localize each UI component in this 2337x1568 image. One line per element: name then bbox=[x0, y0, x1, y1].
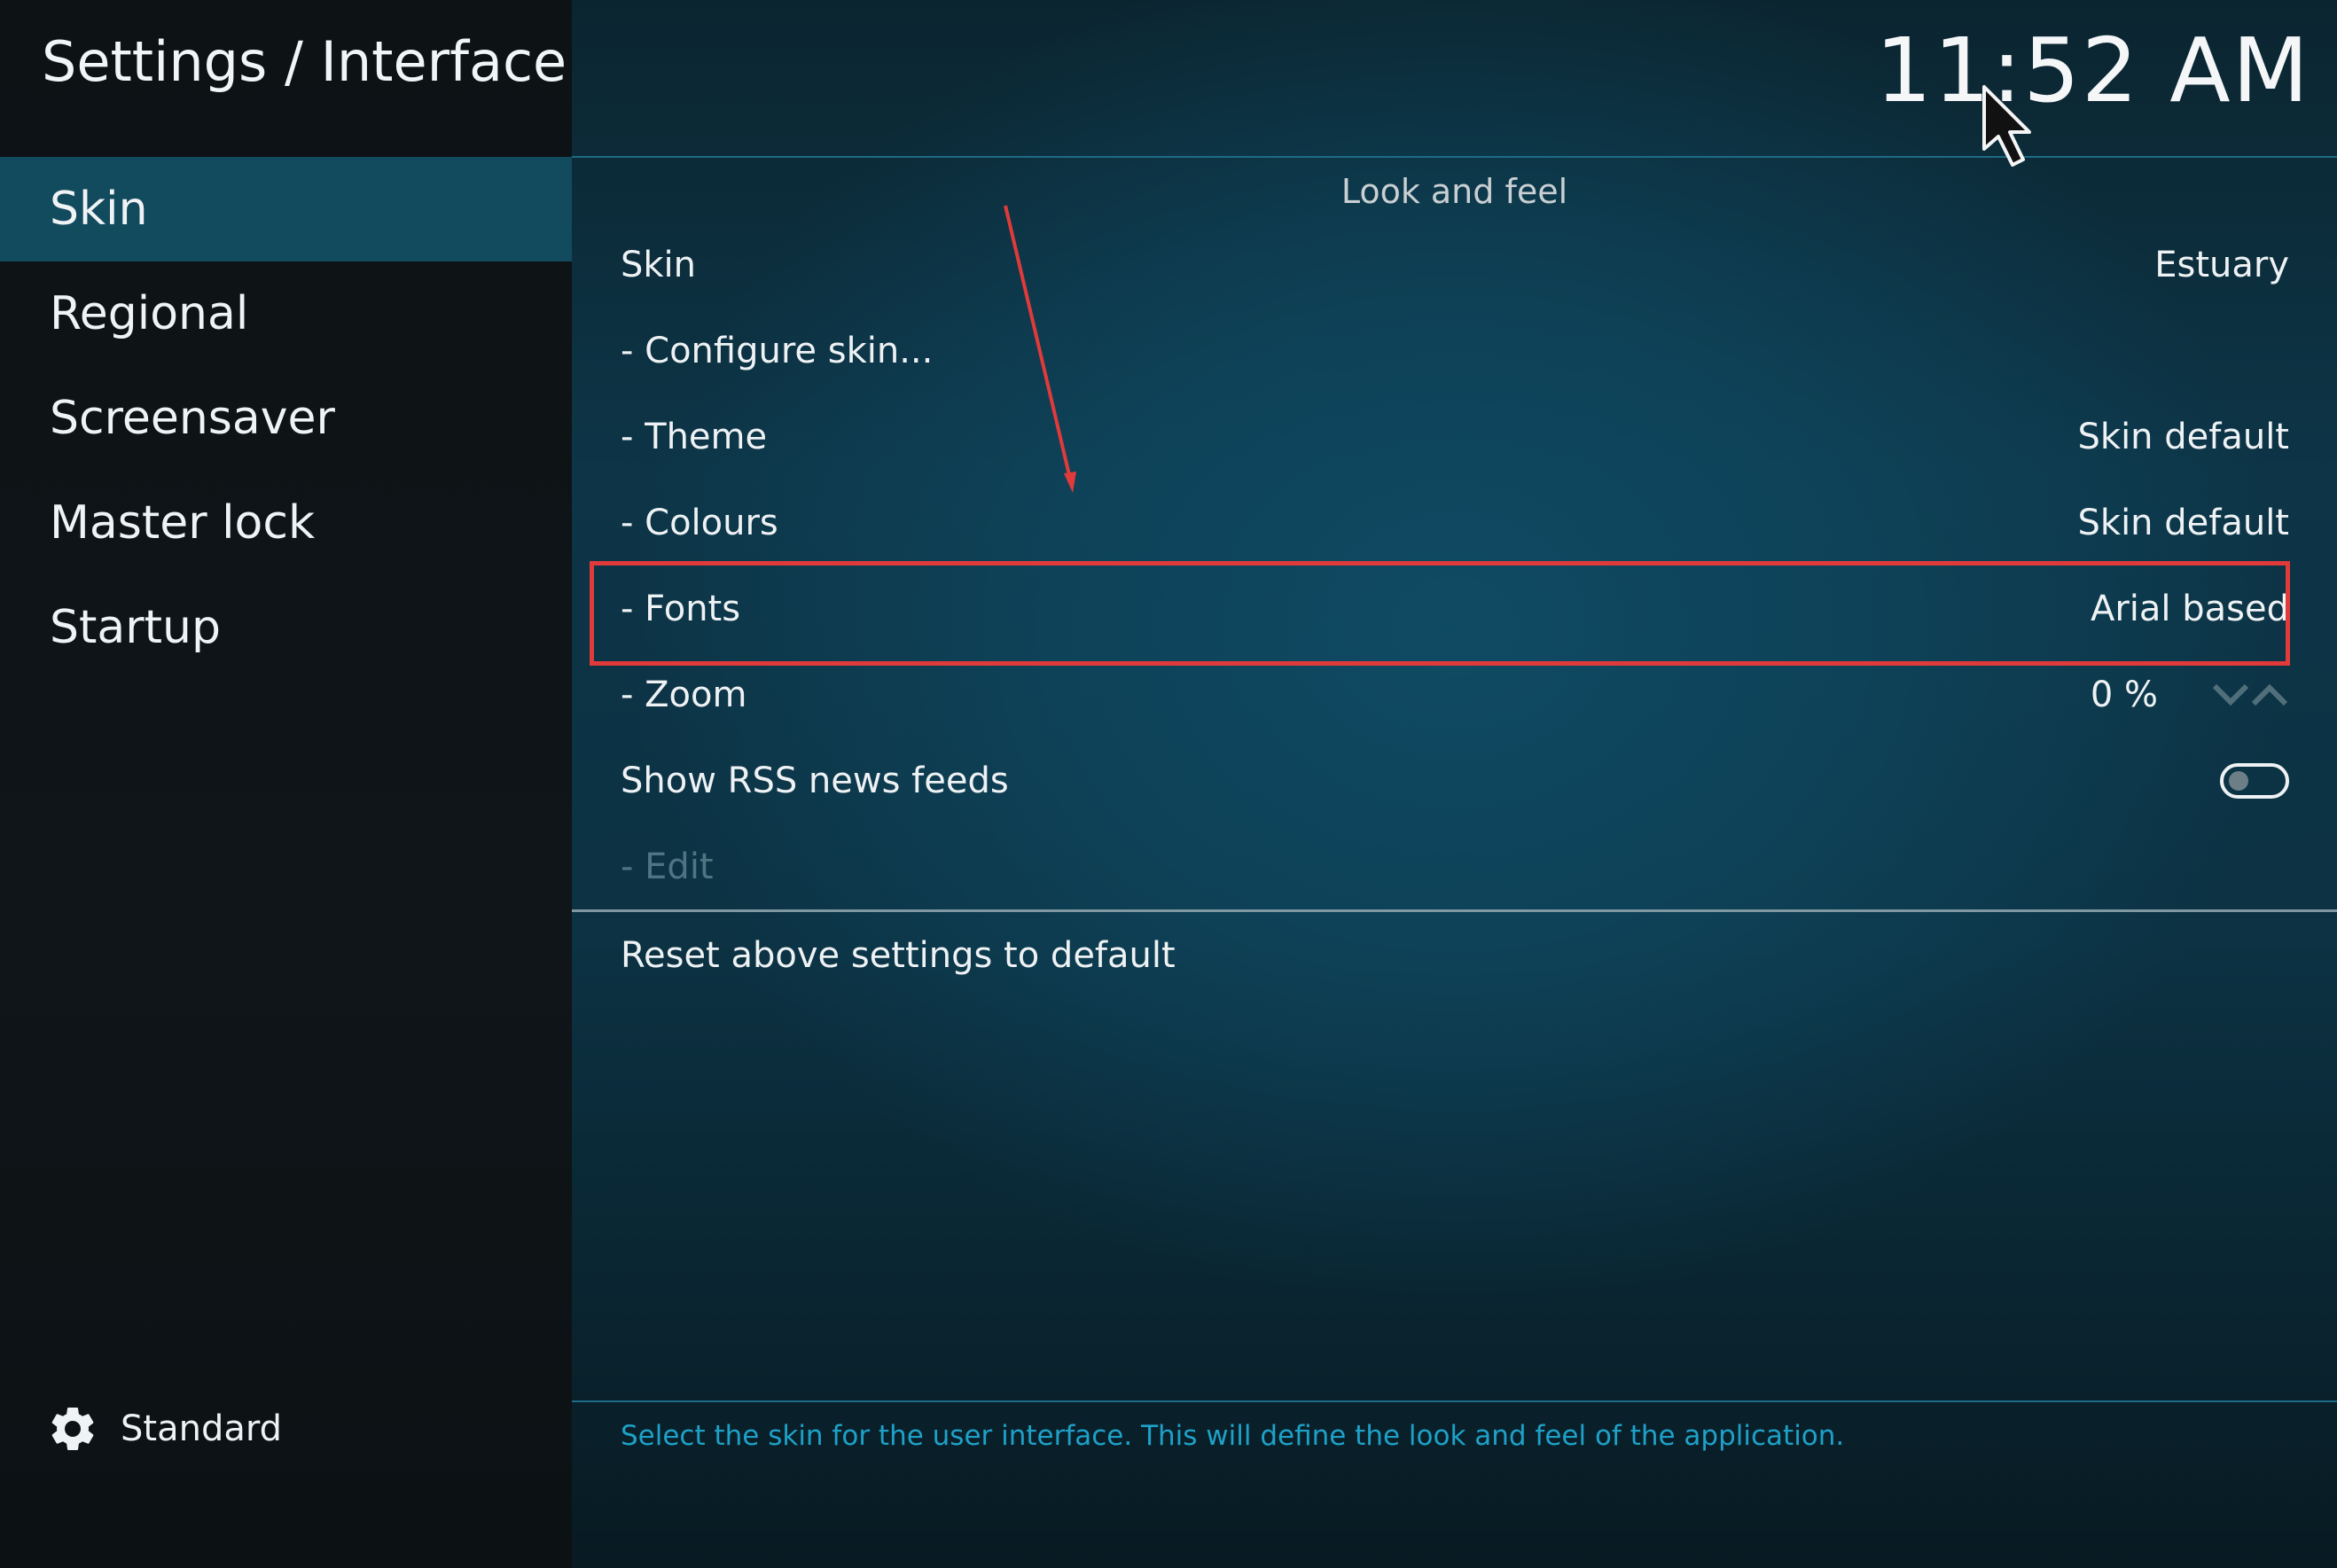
toggle-knob bbox=[2229, 771, 2248, 791]
setting-show-rss[interactable]: Show RSS news feeds bbox=[621, 738, 2289, 823]
setting-theme[interactable]: - Theme Skin default bbox=[621, 394, 2289, 480]
gear-icon bbox=[51, 1407, 94, 1450]
sidebar-item-screensaver[interactable]: Screensaver bbox=[0, 366, 572, 471]
setting-configure-skin[interactable]: - Configure skin... bbox=[621, 308, 2289, 394]
sidebar-item-skin[interactable]: Skin bbox=[0, 157, 572, 261]
setting-value: 0 % bbox=[2090, 675, 2158, 715]
setting-label: - Configure skin... bbox=[621, 331, 934, 371]
section-divider bbox=[572, 909, 2337, 912]
help-text: Select the skin for the user interface. … bbox=[621, 1420, 1845, 1452]
fonts-highlight-box bbox=[590, 561, 2290, 666]
setting-skin[interactable]: Skin Estuary bbox=[621, 222, 2289, 308]
footer-divider bbox=[572, 1400, 2337, 1402]
setting-label: Skin bbox=[621, 245, 697, 285]
header-divider bbox=[572, 156, 2337, 158]
group-title: Look and feel bbox=[1340, 172, 1568, 211]
sidebar: Settings / Interface Skin Regional Scree… bbox=[0, 0, 572, 1568]
settings-level-button[interactable]: Standard bbox=[46, 1400, 282, 1457]
settings-level-label: Standard bbox=[121, 1408, 282, 1449]
sidebar-item-master-lock[interactable]: Master lock bbox=[0, 471, 572, 575]
setting-value: Skin default bbox=[2077, 417, 2289, 457]
setting-label: - Theme bbox=[621, 417, 768, 457]
chevron-down-icon bbox=[2212, 683, 2249, 706]
setting-label: - Zoom bbox=[621, 675, 747, 715]
setting-label: - Colours bbox=[621, 503, 778, 543]
rss-toggle[interactable] bbox=[2220, 763, 2289, 799]
reset-settings-button[interactable]: Reset above settings to default bbox=[621, 913, 2289, 998]
settings-panel: 11:52 AM Look and feel Skin Estuary - Co… bbox=[572, 0, 2337, 1568]
kodi-settings-window: Settings / Interface Skin Regional Scree… bbox=[0, 0, 2337, 1568]
sidebar-item-startup[interactable]: Startup bbox=[0, 575, 572, 680]
setting-edit: - Edit bbox=[621, 824, 2289, 909]
zoom-spinner: 0 % bbox=[2091, 675, 2289, 715]
sidebar-item-regional[interactable]: Regional bbox=[0, 261, 572, 366]
chevron-up-icon bbox=[2251, 683, 2288, 706]
page-title: Settings / Interface bbox=[42, 29, 567, 94]
setting-value: Skin default bbox=[2077, 503, 2289, 543]
chevron-updown-icon[interactable] bbox=[2211, 677, 2289, 713]
reset-label: Reset above settings to default bbox=[621, 935, 1176, 976]
setting-value: Estuary bbox=[2154, 245, 2289, 285]
setting-label: - Edit bbox=[621, 846, 714, 887]
setting-label: Show RSS news feeds bbox=[621, 761, 1009, 801]
clock: 11:52 AM bbox=[1875, 19, 2310, 122]
setting-colours[interactable]: - Colours Skin default bbox=[621, 480, 2289, 566]
